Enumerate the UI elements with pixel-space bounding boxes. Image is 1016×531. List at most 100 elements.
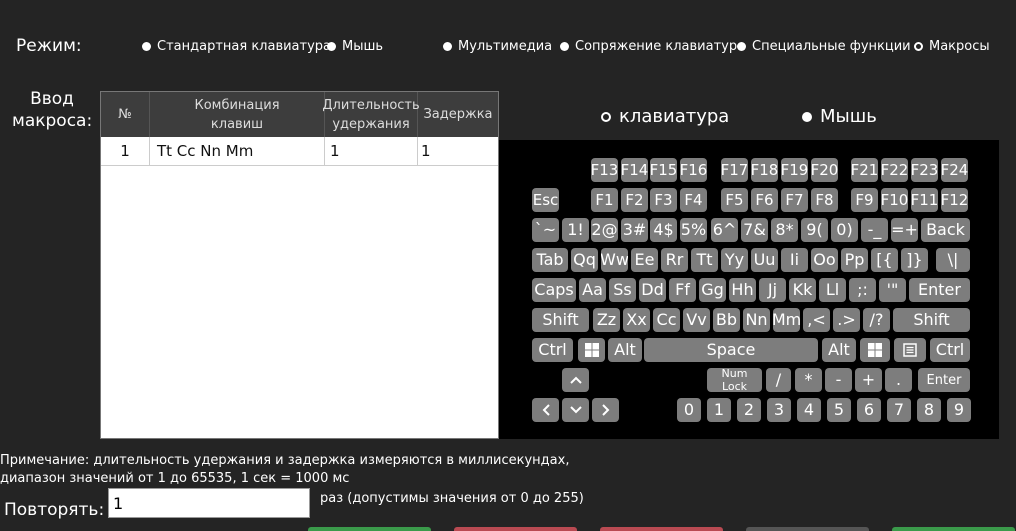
key-rr[interactable]: Rr: [661, 248, 688, 272]
key-num-lock[interactable]: Num Lock: [707, 368, 762, 392]
key-ii[interactable]: Ii: [781, 248, 808, 272]
key-subtract[interactable]: -: [825, 368, 852, 392]
key-hh[interactable]: Hh: [729, 278, 756, 302]
mode-radio-special-functions[interactable]: Специальные функции: [737, 39, 911, 54]
key-xx[interactable]: Xx: [623, 308, 650, 332]
key-f5[interactable]: F5: [721, 188, 748, 212]
key-f9[interactable]: F9: [851, 188, 878, 212]
key-quote[interactable]: '": [879, 278, 906, 302]
key-4[interactable]: 4$: [650, 218, 677, 242]
key-7[interactable]: 7&: [741, 218, 768, 242]
key-8[interactable]: 8: [917, 398, 941, 422]
arrow-right-key[interactable]: [592, 398, 619, 422]
key-f10[interactable]: F10: [881, 188, 908, 212]
key-lbracket[interactable]: [{: [871, 248, 898, 272]
key-qq[interactable]: Qq: [571, 248, 598, 272]
key-f11[interactable]: F11: [911, 188, 938, 212]
key-back[interactable]: Back: [921, 218, 970, 242]
key-rbracket[interactable]: ]}: [901, 248, 928, 272]
key-0[interactable]: 0): [831, 218, 858, 242]
key-ss[interactable]: Ss: [609, 278, 636, 302]
key-multiply[interactable]: *: [795, 368, 822, 392]
win-key[interactable]: [578, 338, 605, 362]
key-minus[interactable]: -_: [861, 218, 888, 242]
key-9[interactable]: 9: [947, 398, 971, 422]
repeat-count-input[interactable]: [108, 488, 310, 518]
bottom-button-2[interactable]: [454, 527, 577, 531]
mode-radio-multimedia[interactable]: Мультимедиа: [443, 39, 552, 54]
key-nn[interactable]: Nn: [743, 308, 770, 332]
key-f24[interactable]: F24: [941, 158, 968, 182]
key-ctrl[interactable]: Ctrl: [930, 338, 970, 362]
key-yy[interactable]: Yy: [721, 248, 748, 272]
key-semicolon[interactable]: ;:: [849, 278, 876, 302]
key-zz[interactable]: Zz: [593, 308, 620, 332]
key-6[interactable]: 6^: [711, 218, 738, 242]
key-f22[interactable]: F22: [881, 158, 908, 182]
key-f15[interactable]: F15: [650, 158, 677, 182]
key-2[interactable]: 2@: [591, 218, 618, 242]
key-tab[interactable]: Tab: [532, 248, 568, 272]
key-decimal[interactable]: .: [885, 368, 912, 392]
bottom-button-4[interactable]: [746, 527, 869, 531]
key-ww[interactable]: Ww: [601, 248, 628, 272]
key-9[interactable]: 9(: [801, 218, 828, 242]
key-esc[interactable]: Esc: [532, 188, 559, 212]
key-dd[interactable]: Dd: [639, 278, 666, 302]
key-gg[interactable]: Gg: [699, 278, 726, 302]
table-row[interactable]: 1 Tt Cc Nn Mm 1 1: [101, 137, 498, 166]
key-shift[interactable]: Shift: [532, 308, 589, 332]
key-f6[interactable]: F6: [751, 188, 778, 212]
key-3[interactable]: 3: [767, 398, 791, 422]
key-vv[interactable]: Vv: [683, 308, 710, 332]
key-backtick[interactable]: `~: [532, 218, 559, 242]
key-enter[interactable]: Enter: [918, 368, 970, 392]
input-type-radio-keyboard[interactable]: клавиатура: [601, 106, 729, 127]
bottom-button-5[interactable]: [892, 527, 1015, 531]
mode-radio-macros[interactable]: Макросы: [914, 39, 990, 54]
key-mm[interactable]: Mm: [773, 308, 800, 332]
key-oo[interactable]: Oo: [811, 248, 838, 272]
input-type-radio-mouse[interactable]: Мышь: [802, 106, 877, 127]
arrow-down-key[interactable]: [562, 398, 589, 422]
key-aa[interactable]: Aa: [579, 278, 606, 302]
key-backslash[interactable]: \|: [936, 248, 970, 272]
key-7[interactable]: 7: [887, 398, 911, 422]
key-1[interactable]: 1!: [562, 218, 589, 242]
key-tt[interactable]: Tt: [691, 248, 718, 272]
bottom-button-3[interactable]: [600, 527, 723, 531]
key-5[interactable]: 5%: [680, 218, 707, 242]
key-cc[interactable]: Cc: [653, 308, 680, 332]
key-ctrl[interactable]: Ctrl: [532, 338, 573, 362]
mode-radio-mouse[interactable]: Мышь: [327, 39, 383, 54]
macro-table[interactable]: № Комбинация клавиш Длительность удержан…: [100, 91, 499, 439]
key-f17[interactable]: F17: [721, 158, 748, 182]
key-space[interactable]: Space: [644, 338, 818, 362]
key-ee[interactable]: Ee: [631, 248, 658, 272]
key-f16[interactable]: F16: [680, 158, 707, 182]
key-f18[interactable]: F18: [751, 158, 778, 182]
key-f1[interactable]: F1: [591, 188, 618, 212]
key-f3[interactable]: F3: [650, 188, 677, 212]
key-period[interactable]: .>: [833, 308, 860, 332]
cell-combination[interactable]: Tt Cc Nn Mm: [150, 137, 325, 165]
key-ff[interactable]: Ff: [669, 278, 696, 302]
key-f20[interactable]: F20: [811, 158, 838, 182]
key-6[interactable]: 6: [857, 398, 881, 422]
key-0[interactable]: 0: [677, 398, 701, 422]
key-f23[interactable]: F23: [911, 158, 938, 182]
key-f8[interactable]: F8: [811, 188, 838, 212]
column-header-delay[interactable]: Задержка: [418, 92, 498, 137]
key-uu[interactable]: Uu: [751, 248, 778, 272]
key-f4[interactable]: F4: [680, 188, 707, 212]
cell-hold-duration[interactable]: 1: [325, 137, 418, 165]
key-slash[interactable]: /?: [863, 308, 890, 332]
key-enter[interactable]: Enter: [909, 278, 970, 302]
column-header-combination[interactable]: Комбинация клавиш: [150, 92, 325, 137]
key-equals[interactable]: =+: [891, 218, 918, 242]
key-1[interactable]: 1: [707, 398, 731, 422]
key-8[interactable]: 8*: [771, 218, 798, 242]
key-f12[interactable]: F12: [941, 188, 968, 212]
bottom-button-1[interactable]: [308, 527, 431, 531]
key-f19[interactable]: F19: [781, 158, 808, 182]
